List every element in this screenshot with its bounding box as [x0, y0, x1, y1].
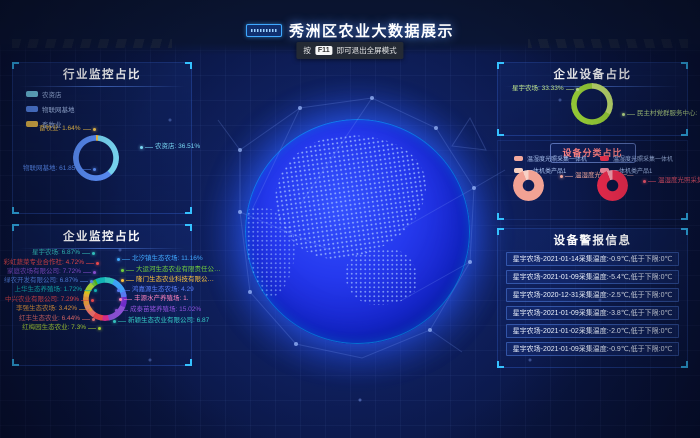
callout-label: 民主村党群服务中心:	[637, 110, 697, 118]
callout-dot	[115, 309, 118, 312]
callout-dot	[117, 258, 120, 261]
callout-label: 星宇农场: 33.33%	[512, 85, 564, 93]
chart-callout: 大运河生态农业有限责任公…	[121, 266, 221, 274]
logo-badge	[246, 24, 282, 37]
continent-dots	[345, 249, 417, 305]
continent-dots	[267, 125, 434, 267]
f11-key: F11	[315, 46, 333, 55]
chart-callout: 北汐镇生态农场: 11.16%	[117, 255, 203, 263]
callout-label: 鸿嘉源生态农场: 4.29	[132, 286, 194, 294]
callout-label: 物联网基地: 61.85%	[23, 165, 81, 173]
callout-line	[566, 89, 574, 90]
callout-line	[122, 290, 130, 291]
callout-line	[122, 259, 130, 260]
chart-callout: 畜牧业: 1.64%	[39, 125, 96, 133]
alarm-row[interactable]: 星宇农场-2021-01-14采集温度:-0.9℃,低于下限:0℃	[506, 252, 679, 266]
panel-equipment-ratio: 企业设备占比 星宇农场: 33.33%民主村党群服务中心:	[497, 62, 688, 136]
chart-callout: 民主村党群服务中心:	[622, 110, 697, 118]
callout-label: 畜牧业: 1.64%	[39, 125, 81, 133]
callout-label: 大运河生态农业有限责任公…	[136, 266, 221, 274]
callout-dot	[121, 269, 124, 272]
alarm-row[interactable]: 星宇农场-2021-01-09采集温度:-3.8℃,低于下限:0℃	[506, 306, 679, 320]
callout-line	[83, 129, 91, 130]
callout-line	[83, 169, 91, 170]
callout-dot	[93, 128, 96, 131]
chart-callout: 成泰苗猪养殖场: 15.02%	[115, 306, 201, 314]
alarm-row[interactable]: 星宇农场-2021-01-09采集温度:-0.9℃,低于下限:0℃	[506, 342, 679, 356]
callout-dot	[113, 320, 116, 323]
callout-label: 农资店: 36.51%	[155, 143, 200, 151]
alarm-list: 星宇农场-2021-01-14采集温度:-0.9℃,低于下限:0℃ 星宇农场-20…	[506, 252, 679, 356]
callout-line	[145, 147, 153, 148]
callout-line	[648, 181, 656, 182]
panel-industry-ratio: 行业监控占比 农资店物联网基地畜牧业 畜牧业: 1.64%农资店: 36.51%…	[12, 62, 192, 214]
chart-callout: 星宇农场: 33.33%	[512, 85, 579, 93]
enterprise-callouts-right: 北汐镇生态农场: 11.16%大运河生态农业有限责任公…隆门生态农业科技有限公……	[13, 225, 191, 365]
chart-callout: 温湿度光照采集一—	[643, 177, 700, 185]
category-callouts-right: 温湿度光照采集一—	[498, 141, 687, 219]
callout-label: 隆门生态农业科技有限公…	[136, 276, 214, 284]
chart-callout: 鸿嘉源生态农场: 4.29	[117, 286, 194, 294]
alarm-row[interactable]: 星宇农场-2021-01-02采集温度:-2.0℃,低于下限:0℃	[506, 324, 679, 338]
callout-dot	[140, 146, 143, 149]
industry-callouts: 畜牧业: 1.64%农资店: 36.51%物联网基地: 61.85%	[13, 63, 191, 213]
globe	[245, 119, 470, 344]
alarm-row[interactable]: 星宇农场-2020-12-31采集温度:-2.5℃,低于下限:0℃	[506, 288, 679, 302]
chart-callout: 丰源水产养殖场: 1.	[119, 295, 189, 303]
callout-label: 温湿度光照采集一—	[658, 177, 700, 185]
equipment-callouts: 星宇农场: 33.33%民主村党群服务中心:	[498, 63, 687, 135]
dashboard: 秀洲区农业大数据展示 按 F11 即可退出全屏模式	[0, 0, 700, 438]
tooltip-suffix: 即可退出全屏模式	[337, 45, 397, 56]
fullscreen-tooltip: 按 F11 即可退出全屏模式	[296, 42, 403, 59]
callout-label: 丰源水产养殖场: 1.	[134, 295, 189, 303]
callout-line	[118, 321, 126, 322]
callout-dot	[121, 279, 124, 282]
callout-label: 新颖生态农业有限公司: 6.87	[128, 317, 209, 325]
callout-label: 成泰苗猪养殖场: 15.02%	[130, 306, 201, 314]
page-title: 秀洲区农业大数据展示	[289, 20, 454, 41]
callout-dot	[622, 113, 625, 116]
panel-enterprise-monitor-ratio: 企业监控占比 星宇农场: 6.87%彩虹蔬菜专业合作社: 4.72%家庭农场有限…	[12, 224, 192, 366]
callout-line	[120, 310, 128, 311]
panel-device-alarms: 设备警报信息 星宇农场-2021-01-14采集温度:-0.9℃,低于下限:0℃…	[497, 228, 688, 368]
callout-line	[124, 299, 132, 300]
chart-callout: 隆门生态农业科技有限公…	[121, 276, 214, 284]
callout-dot	[93, 168, 96, 171]
continent-dots	[245, 207, 295, 299]
callout-dot	[576, 88, 579, 91]
tooltip-prefix: 按	[303, 45, 311, 56]
chart-callout: 农资店: 36.51%	[140, 143, 200, 151]
callout-label: 北汐镇生态农场: 11.16%	[132, 255, 203, 263]
callout-line	[126, 270, 134, 271]
chart-callout: 物联网基地: 61.85%	[23, 165, 96, 173]
panel-title: 设备警报信息	[498, 232, 687, 253]
panel-device-category-ratio: 设备分类占比 温湿度光照采集一体机一体机类产品1 温湿度光照采集一— 温湿度光照…	[497, 140, 688, 220]
alarm-row[interactable]: 星宇农场-2021-01-09采集温度:-5.4℃,低于下限:0℃	[506, 270, 679, 284]
callout-line	[126, 280, 134, 281]
callout-dot	[643, 180, 646, 183]
callout-dot	[117, 289, 120, 292]
chart-callout: 新颖生态农业有限公司: 6.87	[113, 317, 209, 325]
callout-line	[627, 114, 635, 115]
callout-dot	[119, 298, 122, 301]
